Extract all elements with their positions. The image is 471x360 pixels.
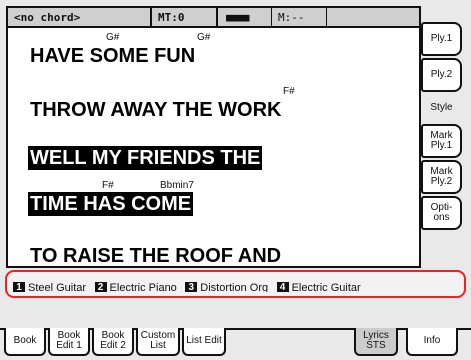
lyrics-area: G# G# HAVE SOME FUN F# THROW AWAY THE WO… <box>14 28 414 267</box>
chord-label: F# <box>102 180 114 191</box>
status-bar: <no chord> MT:0 ■■■■ M:-- <box>8 8 419 28</box>
track-strip: 1 Steel Guitar 2 Electric Piano 3 Distortio… <box>5 270 466 298</box>
tab-info[interactable]: Info <box>406 328 458 356</box>
track-number: 3 <box>185 282 198 292</box>
status-divider <box>216 8 218 26</box>
chord-label: Bbmin7 <box>160 180 194 191</box>
track-name: Electric Guitar <box>291 282 361 292</box>
track-item[interactable]: 3 Distortion Org <box>185 282 268 292</box>
track-item[interactable]: 2 Electric Piano <box>94 282 177 292</box>
lyrics-window: <no chord> MT:0 ■■■■ M:-- G# G# HAVE SOM… <box>0 0 471 360</box>
lyrics-panel: <no chord> MT:0 ■■■■ M:-- G# G# HAVE SOM… <box>6 6 421 268</box>
track-item[interactable]: 4 Electric Guitar <box>276 282 361 292</box>
track-number: 4 <box>276 282 289 292</box>
options-button[interactable]: Opti- ons <box>421 196 462 230</box>
tab-list-edit[interactable]: List Edit <box>182 328 226 356</box>
style-button[interactable]: Style <box>421 94 462 122</box>
status-divider <box>271 8 272 26</box>
current-chord: <no chord> <box>14 11 81 24</box>
measure-readout: M:-- <box>278 11 305 24</box>
player-1-button[interactable]: Ply.1 <box>421 22 462 56</box>
mark-player-1-button[interactable]: Mark Ply.1 <box>421 124 462 158</box>
chord-label: G# <box>106 32 120 43</box>
beat-indicator: ■■■■ <box>226 11 249 24</box>
tab-book-edit-1[interactable]: Book Edit 1 <box>48 328 90 356</box>
chord-label: G# <box>197 32 211 43</box>
tab-book[interactable]: Book <box>4 328 46 356</box>
lyric-line: TO RAISE THE ROOF AND <box>30 245 282 267</box>
tab-book-edit-2[interactable]: Book Edit 2 <box>92 328 134 356</box>
track-item[interactable]: 1 Steel Guitar <box>13 282 86 292</box>
tab-bar: Book Book Edit 1 Book Edit 2 Custom List… <box>0 300 471 360</box>
lyric-line-current: TIME HAS COME <box>28 192 194 216</box>
meter-readout: MT:0 <box>158 11 185 24</box>
mark-player-2-button[interactable]: Mark Ply.2 <box>421 160 462 194</box>
tab-custom-list[interactable]: Custom List <box>136 328 180 356</box>
track-name: Steel Guitar <box>28 282 87 292</box>
chord-label: F# <box>283 86 295 97</box>
lyric-line-current: WELL MY FRIENDS THE <box>28 146 263 170</box>
track-name: Distortion Org <box>200 282 269 292</box>
track-name: Electric Piano <box>109 282 177 292</box>
tab-lyrics-sts[interactable]: Lyrics STS <box>354 328 398 356</box>
player-2-button[interactable]: Ply.2 <box>421 58 462 92</box>
lyric-line: HAVE SOME FUN <box>30 45 196 67</box>
track-number: 2 <box>94 282 107 292</box>
track-number: 1 <box>13 282 25 292</box>
lyric-line: THROW AWAY THE WORK <box>30 99 282 121</box>
status-divider <box>326 8 327 26</box>
status-divider <box>150 8 152 26</box>
